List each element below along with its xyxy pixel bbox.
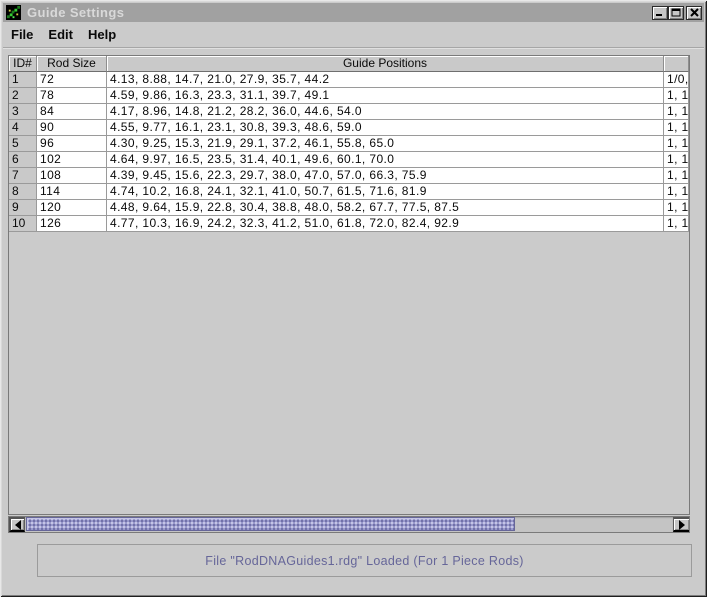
cell-guide-positions[interactable]: 4.59, 9.86, 16.3, 23.3, 31.1, 39.7, 49.1 <box>107 88 664 104</box>
scrollbar-thumb[interactable] <box>26 517 515 531</box>
table-row[interactable]: 81144.74, 10.2, 16.8, 24.1, 32.1, 41.0, … <box>9 184 689 200</box>
cell-extra[interactable]: 1, 1 <box>664 184 689 200</box>
cell-id[interactable]: 2 <box>9 88 37 104</box>
guide-table: ID# Rod Size Guide Positions 1724.13, 8.… <box>9 56 689 232</box>
cell-guide-positions[interactable]: 4.55, 9.77, 16.1, 23.1, 30.8, 39.3, 48.6… <box>107 120 664 136</box>
cell-rod-size[interactable]: 84 <box>37 104 107 120</box>
cell-id[interactable]: 3 <box>9 104 37 120</box>
header-rod-size[interactable]: Rod Size <box>37 56 107 72</box>
window-title: Guide Settings <box>27 5 124 20</box>
menu-file[interactable]: File <box>4 24 40 45</box>
cell-rod-size[interactable]: 90 <box>37 120 107 136</box>
cell-extra[interactable]: 1, 1 <box>664 216 689 232</box>
close-icon <box>690 8 699 17</box>
cell-rod-size[interactable]: 72 <box>37 72 107 88</box>
cell-id[interactable]: 5 <box>9 136 37 152</box>
cell-rod-size[interactable]: 120 <box>37 200 107 216</box>
header-extra[interactable] <box>664 56 689 72</box>
cell-id[interactable]: 10 <box>9 216 37 232</box>
window-controls <box>652 6 702 20</box>
cell-extra[interactable]: 1, 1 <box>664 168 689 184</box>
cell-id[interactable]: 8 <box>9 184 37 200</box>
cell-guide-positions[interactable]: 4.74, 10.2, 16.8, 24.1, 32.1, 41.0, 50.7… <box>107 184 664 200</box>
cell-extra[interactable]: 1, 1 <box>664 200 689 216</box>
table-row[interactable]: 61024.64, 9.97, 16.5, 23.5, 31.4, 40.1, … <box>9 152 689 168</box>
app-icon <box>6 5 21 20</box>
menu-edit[interactable]: Edit <box>41 24 80 45</box>
header-guide-positions[interactable]: Guide Positions <box>107 56 664 72</box>
maximize-icon <box>671 8 682 18</box>
cell-extra[interactable]: 1/0, <box>664 72 689 88</box>
cell-id[interactable]: 9 <box>9 200 37 216</box>
cell-guide-positions[interactable]: 4.30, 9.25, 15.3, 21.9, 29.1, 37.2, 46.1… <box>107 136 664 152</box>
cell-rod-size[interactable]: 96 <box>37 136 107 152</box>
cell-extra[interactable]: 1, 1 <box>664 136 689 152</box>
cell-id[interactable]: 6 <box>9 152 37 168</box>
cell-id[interactable]: 1 <box>9 72 37 88</box>
minimize-icon <box>655 8 665 17</box>
table-row[interactable]: 3844.17, 8.96, 14.8, 21.2, 28.2, 36.0, 4… <box>9 104 689 120</box>
scroll-left-arrow-icon <box>15 520 21 530</box>
menubar: File Edit Help <box>3 22 704 48</box>
cell-id[interactable]: 4 <box>9 120 37 136</box>
cell-rod-size[interactable]: 126 <box>37 216 107 232</box>
table-row[interactable]: 1724.13, 8.88, 14.7, 21.0, 27.9, 35.7, 4… <box>9 72 689 88</box>
cell-guide-positions[interactable]: 4.13, 8.88, 14.7, 21.0, 27.9, 35.7, 44.2 <box>107 72 664 88</box>
cell-guide-positions[interactable]: 4.77, 10.3, 16.9, 24.2, 32.3, 41.2, 51.0… <box>107 216 664 232</box>
guide-settings-window: Guide Settings File Edit Help <box>0 0 707 597</box>
cell-rod-size[interactable]: 78 <box>37 88 107 104</box>
cell-id[interactable]: 7 <box>9 168 37 184</box>
table-viewport: ID# Rod Size Guide Positions 1724.13, 8.… <box>8 55 690 515</box>
scroll-left-button[interactable] <box>9 517 25 532</box>
titlebar[interactable]: Guide Settings <box>3 3 704 22</box>
table-body: 1724.13, 8.88, 14.7, 21.0, 27.9, 35.7, 4… <box>9 72 689 232</box>
cell-extra[interactable]: 1, 1 <box>664 104 689 120</box>
cell-extra[interactable]: 1, 1 <box>664 120 689 136</box>
status-bar: File "RodDNAGuides1.rdg" Loaded (For 1 P… <box>37 544 692 577</box>
scroll-right-arrow-icon <box>679 520 685 530</box>
header-id[interactable]: ID# <box>9 56 37 72</box>
horizontal-scrollbar[interactable] <box>8 516 690 533</box>
cell-extra[interactable]: 1, 1 <box>664 88 689 104</box>
table-row[interactable]: 101264.77, 10.3, 16.9, 24.2, 32.3, 41.2,… <box>9 216 689 232</box>
cell-rod-size[interactable]: 114 <box>37 184 107 200</box>
scrollbar-track[interactable] <box>25 517 673 532</box>
menu-help[interactable]: Help <box>81 24 123 45</box>
cell-guide-positions[interactable]: 4.17, 8.96, 14.8, 21.2, 28.2, 36.0, 44.6… <box>107 104 664 120</box>
cell-rod-size[interactable]: 102 <box>37 152 107 168</box>
scroll-right-button[interactable] <box>673 517 689 532</box>
table-row[interactable]: 91204.48, 9.64, 15.9, 22.8, 30.4, 38.8, … <box>9 200 689 216</box>
close-button[interactable] <box>686 6 702 20</box>
cell-rod-size[interactable]: 108 <box>37 168 107 184</box>
status-text: File "RodDNAGuides1.rdg" Loaded (For 1 P… <box>205 554 523 568</box>
table-header: ID# Rod Size Guide Positions <box>9 56 689 72</box>
maximize-button[interactable] <box>668 6 684 20</box>
table-row[interactable]: 2784.59, 9.86, 16.3, 23.3, 31.1, 39.7, 4… <box>9 88 689 104</box>
cell-guide-positions[interactable]: 4.39, 9.45, 15.6, 22.3, 29.7, 38.0, 47.0… <box>107 168 664 184</box>
cell-extra[interactable]: 1, 1 <box>664 152 689 168</box>
table-row[interactable]: 71084.39, 9.45, 15.6, 22.3, 29.7, 38.0, … <box>9 168 689 184</box>
table-row[interactable]: 5964.30, 9.25, 15.3, 21.9, 29.1, 37.2, 4… <box>9 136 689 152</box>
cell-guide-positions[interactable]: 4.48, 9.64, 15.9, 22.8, 30.4, 38.8, 48.0… <box>107 200 664 216</box>
cell-guide-positions[interactable]: 4.64, 9.97, 16.5, 23.5, 31.4, 40.1, 49.6… <box>107 152 664 168</box>
table-row[interactable]: 4904.55, 9.77, 16.1, 23.1, 30.8, 39.3, 4… <box>9 120 689 136</box>
minimize-button[interactable] <box>652 6 668 20</box>
